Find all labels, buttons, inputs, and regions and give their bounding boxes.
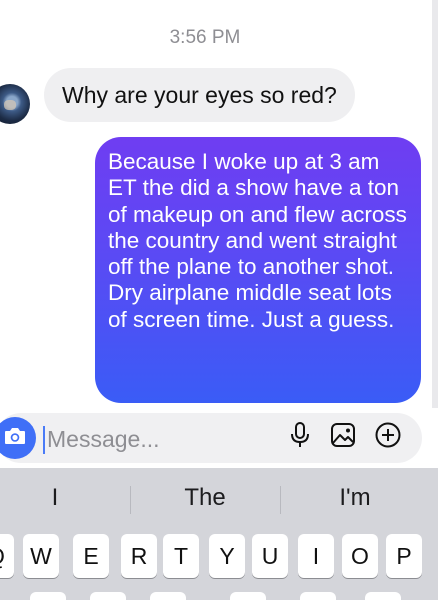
message-input[interactable]: Message... — [47, 424, 160, 454]
key-row2-partial[interactable] — [150, 592, 186, 600]
suggestion-1[interactable]: I — [30, 484, 80, 512]
suggestion-3[interactable]: I'm — [320, 484, 390, 512]
camera-icon — [3, 426, 27, 451]
message-composer: Message... — [0, 408, 438, 468]
microphone-icon — [289, 421, 311, 454]
key-y[interactable]: Y — [209, 534, 245, 578]
image-icon — [329, 421, 357, 454]
more-options-button[interactable] — [373, 422, 403, 452]
key-row2-partial[interactable] — [90, 592, 126, 600]
chat-screen: 3:56 PM Why are your eyes so red? Becaus… — [0, 0, 438, 600]
key-p[interactable]: P — [386, 534, 422, 578]
key-r[interactable]: R — [121, 534, 157, 578]
key-row2-partial[interactable] — [30, 592, 66, 600]
keyboard: I The I'm Q W E R T Y U I O P — [0, 468, 438, 600]
message-timestamp: 3:56 PM — [169, 27, 241, 48]
suggestion-divider — [280, 486, 281, 514]
key-o[interactable]: O — [342, 534, 378, 578]
key-i[interactable]: I — [298, 534, 334, 578]
microphone-button[interactable] — [285, 421, 315, 454]
key-t[interactable]: T — [163, 534, 199, 578]
key-row2-partial[interactable] — [230, 592, 266, 600]
suggestion-bar: I The I'm — [0, 468, 438, 530]
key-u[interactable]: U — [252, 534, 288, 578]
incoming-message-bubble[interactable]: Why are your eyes so red? — [44, 68, 355, 122]
scroll-edge — [432, 0, 438, 470]
gallery-button[interactable] — [328, 422, 358, 452]
key-w[interactable]: W — [23, 534, 59, 578]
plus-circle-icon — [374, 421, 402, 454]
sender-avatar[interactable] — [0, 84, 30, 124]
key-row2-partial[interactable] — [300, 592, 336, 600]
outgoing-message-bubble[interactable]: Because I woke up at 3 am ET the did a s… — [95, 137, 421, 403]
key-q[interactable]: Q — [0, 534, 14, 578]
key-e[interactable]: E — [73, 534, 109, 578]
suggestion-2[interactable]: The — [160, 484, 250, 512]
suggestion-divider — [130, 486, 131, 514]
text-cursor — [43, 426, 45, 454]
key-row2-partial[interactable] — [365, 592, 401, 600]
